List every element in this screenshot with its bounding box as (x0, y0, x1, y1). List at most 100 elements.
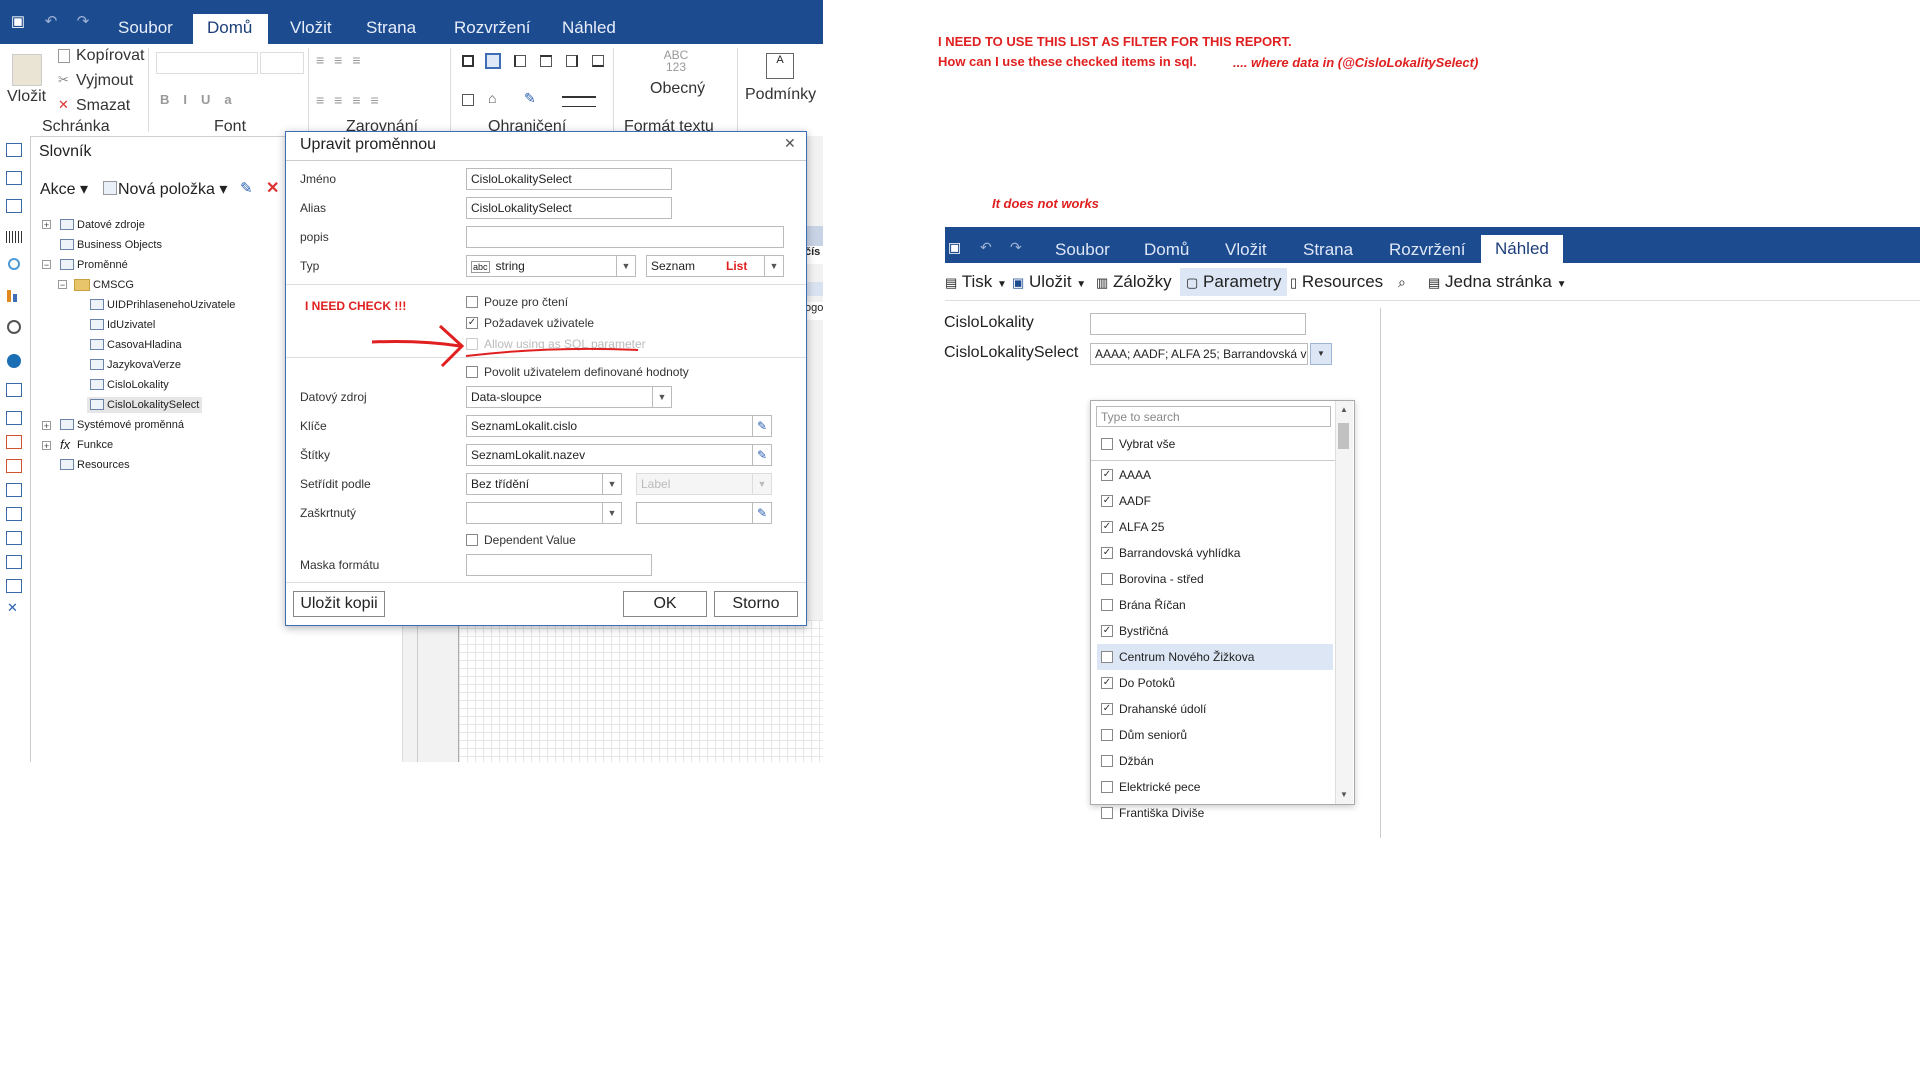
toolbox-icon[interactable] (6, 143, 22, 157)
font-size-select[interactable] (260, 52, 304, 74)
search-input[interactable]: Type to search (1096, 406, 1331, 427)
find-icon[interactable]: ⌕ (1398, 271, 1406, 293)
select-all-checkbox[interactable] (1101, 438, 1113, 450)
format-mask-field[interactable] (466, 554, 652, 576)
list-item[interactable]: Centrum Nového Žižkova (1097, 644, 1333, 670)
chart-icon[interactable] (7, 290, 11, 302)
list-item[interactable]: Brána Říčan (1097, 592, 1333, 618)
form-icon[interactable] (6, 555, 22, 569)
save-copy-button[interactable]: Uložit kopii (293, 591, 385, 617)
border-right-icon[interactable] (566, 55, 578, 67)
undo-icon[interactable]: ↶ (980, 240, 992, 254)
list-item-checkbox[interactable]: ✓ (1101, 495, 1113, 507)
readonly-checkbox[interactable] (466, 296, 478, 308)
save-icon[interactable]: ▣ (948, 240, 962, 254)
list-item[interactable]: ✓ Do Potoků (1097, 670, 1333, 696)
tab-domu[interactable]: Domů (193, 14, 268, 44)
tree-var[interactable]: IdUzivatel (107, 319, 155, 331)
new-item-menu[interactable]: Nová položka ▾ (118, 179, 227, 199)
sort-select[interactable]: Bez třídění ▼ (466, 473, 622, 495)
map-icon[interactable] (7, 354, 21, 368)
tree-var[interactable]: JazykovaVerze (107, 359, 181, 371)
cancel-button[interactable]: Storno (714, 591, 798, 617)
fill-color-icon[interactable]: ⌂ (488, 90, 496, 106)
resources-button[interactable]: ▯ Resources (1290, 271, 1383, 293)
single-page-button[interactable]: ▤ Jedna stránka ▼ (1428, 271, 1566, 293)
print-button[interactable]: ▤ Tisk ▼ (945, 271, 1007, 293)
param-select-cislolokalityselect[interactable]: AAAA; AADF; ALFA 25; Barrandovská v (1090, 343, 1308, 365)
border-none-icon[interactable] (462, 94, 474, 106)
copy-button[interactable]: Kopírovat (76, 47, 144, 65)
ok-button[interactable]: OK (623, 591, 707, 617)
tree-var[interactable]: UIDPrihlasenehoUzivatele (107, 299, 235, 311)
conditions-button[interactable]: Podmínky (745, 86, 816, 104)
paste-button[interactable]: Vložit (7, 88, 46, 106)
labels-field[interactable]: SeznamLokalit.nazev ✎ (466, 444, 772, 466)
list-item[interactable]: Dům seniorů (1097, 722, 1333, 748)
dependent-value-checkbox[interactable] (466, 534, 478, 546)
tree-system-variables[interactable]: Systémové proměnná (77, 419, 184, 431)
tab-vlozit[interactable]: Vložit (276, 14, 346, 44)
redo-icon[interactable]: ↷ (1010, 240, 1022, 254)
list-item-checkbox[interactable]: ✓ (1101, 625, 1113, 637)
viewer-tab-domu[interactable]: Domů (1130, 236, 1203, 263)
border-top-icon[interactable] (540, 55, 552, 67)
scrollbar-thumb[interactable] (1338, 423, 1349, 449)
subreport-icon[interactable] (6, 483, 22, 497)
pencil-icon[interactable]: ✎ (752, 503, 771, 523)
redo-icon[interactable]: ↷ (75, 14, 91, 30)
border-left-icon[interactable] (514, 55, 526, 67)
list-item[interactable]: Džbán (1097, 748, 1333, 774)
image-icon[interactable] (6, 435, 22, 449)
delete-item-icon[interactable]: ✕ (266, 178, 279, 198)
scroll-up-icon[interactable]: ▲ (1340, 405, 1348, 414)
expand-icon[interactable]: + (42, 220, 51, 230)
picture-icon[interactable] (6, 579, 22, 593)
bookmarks-button[interactable]: ▥ Záložky (1096, 271, 1172, 293)
actions-menu[interactable]: Akce ▾ (40, 179, 88, 199)
list-item-checkbox[interactable]: ✓ (1101, 469, 1113, 481)
text-icon[interactable] (6, 383, 22, 397)
type-kind-select[interactable]: Seznam ▼ (646, 255, 784, 277)
save-icon[interactable]: ▣ (10, 14, 26, 30)
list-item[interactable]: ✓ Drahanské údolí (1097, 696, 1333, 722)
tree-functions[interactable]: Funkce (77, 439, 113, 451)
pencil-icon[interactable]: ✎ (752, 416, 771, 436)
checked-expression-field[interactable]: ✎ (636, 502, 772, 524)
tab-soubor[interactable]: Soubor (104, 14, 187, 44)
border-color-icon[interactable]: ✎ (524, 90, 536, 107)
font-name-select[interactable] (156, 52, 258, 74)
shapes-icon[interactable] (8, 258, 20, 270)
sort-field-select[interactable]: Label ▼ (636, 473, 772, 495)
tab-strana[interactable]: Strana (352, 14, 430, 44)
list-item[interactable]: ✓ ALFA 25 (1097, 514, 1333, 540)
tab-nahled[interactable]: Náhled (548, 14, 630, 44)
richtext-icon[interactable] (6, 459, 22, 473)
report-icon[interactable] (6, 171, 22, 185)
tree-business-objects[interactable]: Business Objects (77, 239, 162, 251)
list-item-checkbox[interactable] (1101, 599, 1113, 611)
tree-var[interactable]: CisloLokality (107, 379, 169, 391)
viewer-tab-nahled[interactable]: Náhled (1481, 235, 1563, 263)
type-select[interactable]: abc string ▼ (466, 255, 636, 277)
text-format-button[interactable]: Obecný (650, 80, 705, 98)
alias-field[interactable]: CisloLokalitySelect (466, 197, 672, 219)
pencil-icon[interactable]: ✎ (752, 445, 771, 465)
tree-var[interactable]: CasovaHladina (107, 339, 182, 351)
save-report-button[interactable]: ▣ Uložit ▼ (1012, 271, 1086, 293)
viewer-tab-soubor[interactable]: Soubor (1041, 236, 1124, 263)
tools-icon[interactable]: ✕ (7, 600, 18, 616)
parameters-button[interactable]: ▢ Parametry (1180, 268, 1288, 296)
edit-icon[interactable]: ✎ (240, 179, 253, 197)
panel-icon[interactable] (6, 411, 22, 425)
list-item-checkbox[interactable]: ✓ (1101, 677, 1113, 689)
list-item-checkbox[interactable] (1101, 781, 1113, 793)
name-field[interactable]: CisloLokalitySelect (466, 168, 672, 190)
tree-datasources[interactable]: Datové zdroje (77, 219, 145, 231)
expand-icon[interactable]: + (42, 441, 51, 451)
list-item-checkbox[interactable] (1101, 651, 1113, 663)
border-outside-icon[interactable] (485, 53, 501, 69)
pages-icon[interactable] (6, 199, 22, 213)
list-item[interactable]: Františka Diviše (1097, 800, 1333, 826)
border-style-icon[interactable] (562, 96, 596, 107)
